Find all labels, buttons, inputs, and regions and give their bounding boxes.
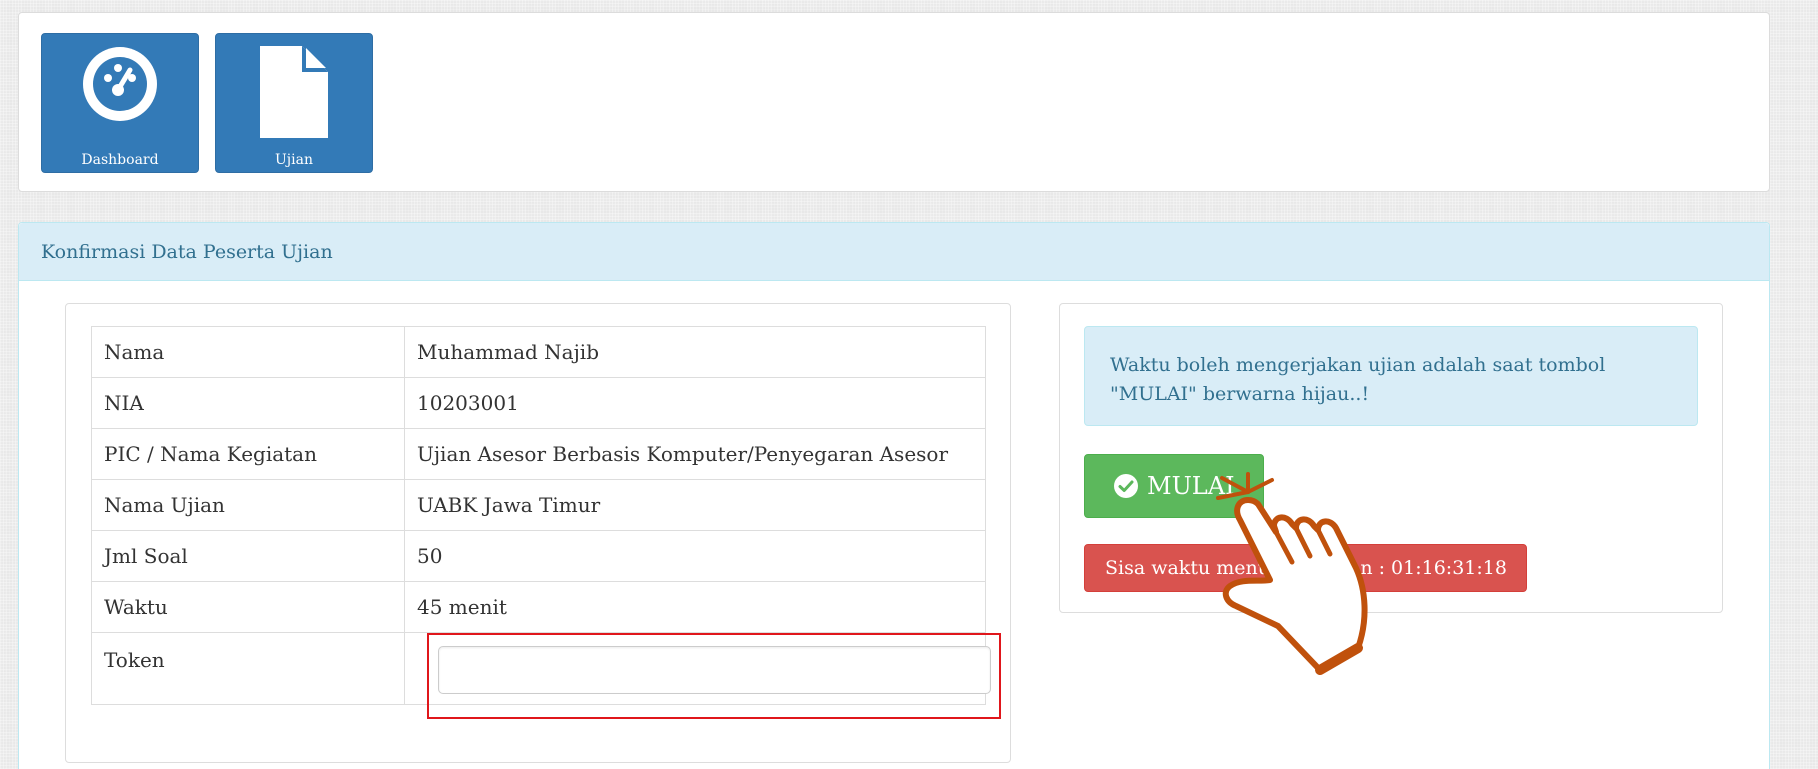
row-label: Nama bbox=[91, 326, 405, 378]
row-value: Muhammad Najib bbox=[404, 326, 986, 378]
row-label: Nama Ujian bbox=[91, 479, 405, 531]
table-row: PIC / Nama Kegiatan Ujian Asesor Berbasi… bbox=[91, 428, 986, 480]
start-box: Waktu boleh mengerjakan ujian adalah saa… bbox=[1059, 303, 1723, 613]
mulai-button[interactable]: MULAI bbox=[1084, 454, 1264, 518]
confirmation-panel: Konfirmasi Data Peserta Ujian Nama Muham… bbox=[18, 222, 1770, 769]
row-value: Ujian Asesor Berbasis Komputer/Penyegara… bbox=[404, 428, 986, 480]
document-icon bbox=[254, 44, 334, 144]
row-label: NIA bbox=[91, 377, 405, 429]
top-nav-panel: Dashboard Ujian bbox=[18, 12, 1770, 192]
table-row: Jml Soal 50 bbox=[91, 530, 986, 582]
token-label: Token bbox=[91, 632, 405, 705]
row-label: PIC / Nama Kegiatan bbox=[91, 428, 405, 480]
check-circle-icon bbox=[1113, 473, 1139, 499]
ujian-tile-label: Ujian bbox=[275, 152, 313, 168]
row-value: 45 menit bbox=[404, 581, 986, 633]
table-row: Nama Ujian UABK Jawa Timur bbox=[91, 479, 986, 531]
mulai-button-label: MULAI bbox=[1147, 472, 1235, 500]
countdown-timer: Sisa waktu menunggu ujian : 01:16:31:18 bbox=[1084, 544, 1527, 592]
row-value: 10203001 bbox=[404, 377, 986, 429]
start-notice: Waktu boleh mengerjakan ujian adalah saa… bbox=[1084, 326, 1698, 426]
table-row: Nama Muhammad Najib bbox=[91, 326, 986, 378]
table-row: NIA 10203001 bbox=[91, 377, 986, 429]
panel-heading: Konfirmasi Data Peserta Ujian bbox=[19, 223, 1769, 281]
row-label: Jml Soal bbox=[91, 530, 405, 582]
dashboard-tile[interactable]: Dashboard bbox=[41, 33, 199, 173]
ujian-tile[interactable]: Ujian bbox=[215, 33, 373, 173]
row-label: Waktu bbox=[91, 581, 405, 633]
participant-info-box: Nama Muhammad Najib NIA 10203001 PIC / N… bbox=[65, 303, 1011, 763]
row-value: UABK Jawa Timur bbox=[404, 479, 986, 531]
dashboard-tile-label: Dashboard bbox=[81, 152, 159, 168]
row-value: 50 bbox=[404, 530, 986, 582]
token-input[interactable] bbox=[438, 646, 991, 694]
table-row: Waktu 45 menit bbox=[91, 581, 986, 633]
dashboard-icon bbox=[80, 44, 160, 128]
